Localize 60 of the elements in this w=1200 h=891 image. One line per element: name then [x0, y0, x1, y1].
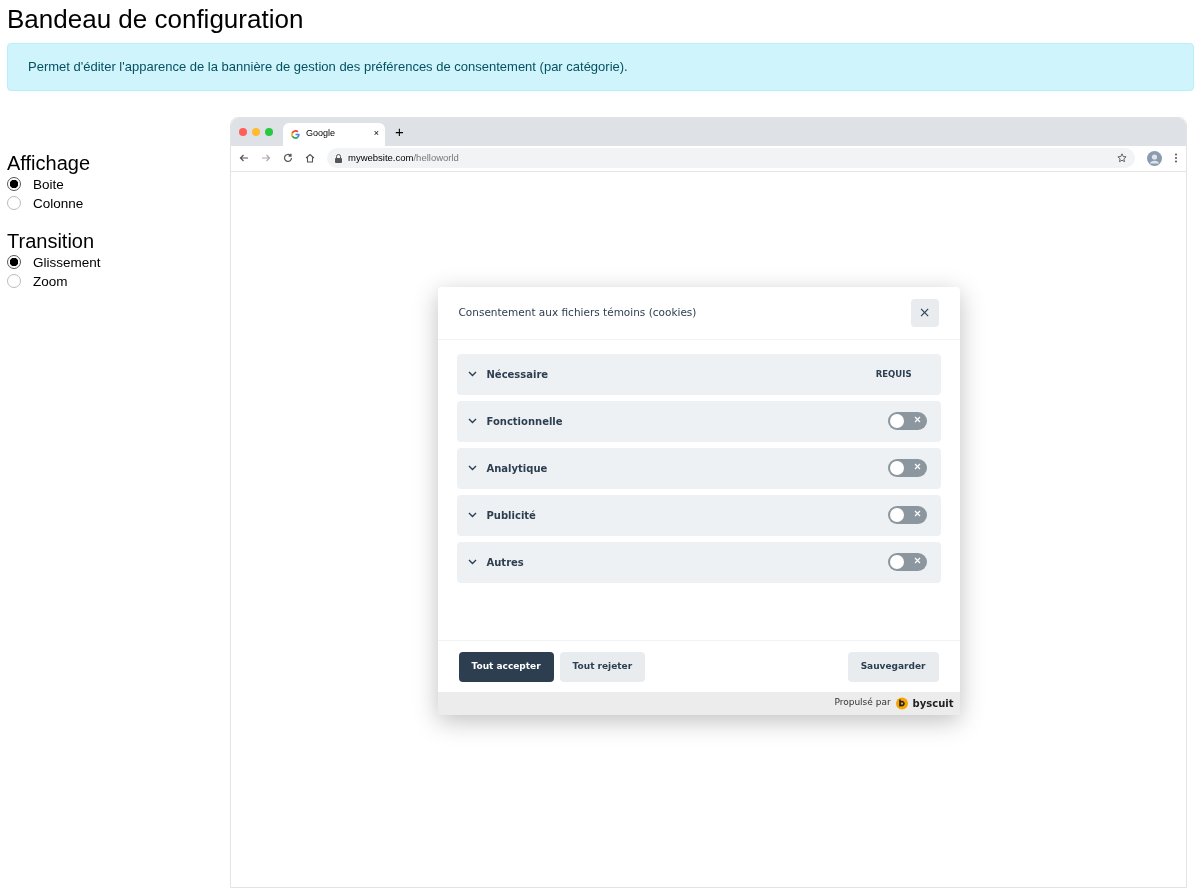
star-icon[interactable] [1117, 153, 1127, 164]
powered-by-text: Propulsé par [834, 696, 891, 710]
minimize-dot-icon[interactable] [252, 127, 260, 136]
radio-label[interactable]: Glissement [33, 252, 101, 272]
radio-button[interactable] [7, 255, 21, 270]
accept-all-button[interactable]: Tout accepter [458, 651, 554, 682]
brand-logo-icon [894, 696, 909, 711]
browser-tab[interactable]: Google × [283, 122, 385, 146]
category-label: Autres [486, 555, 525, 570]
lock-icon [335, 153, 342, 163]
close-dot-icon[interactable] [239, 127, 247, 136]
category-row[interactable]: Fonctionnelle [456, 400, 941, 442]
toggle-switch[interactable] [887, 553, 927, 572]
category-label: Publicité [486, 508, 537, 523]
required-label: REQUIS [875, 367, 912, 381]
toggle-switch[interactable] [887, 412, 927, 431]
category-row[interactable]: Nécessaire REQUIS [456, 353, 941, 395]
group-heading: Affichage [7, 150, 92, 175]
toggle-switch[interactable] [887, 459, 927, 478]
dialog-title: Consentement aux fichiers témoins (cookies) [458, 304, 697, 320]
cross-icon [913, 463, 921, 471]
tab-close-button[interactable]: × [373, 127, 379, 141]
category-row[interactable]: Autres [456, 541, 941, 583]
new-tab-button[interactable]: + [395, 124, 404, 140]
info-alert: Permet d'éditer l'apparence de la bannière de gestion des préférences de consentement (par catégorie). [7, 43, 1194, 91]
reload-icon[interactable] [283, 153, 293, 164]
avatar-icon[interactable] [1147, 150, 1162, 166]
url-field[interactable]: mywebsite.com/helloworld [327, 148, 1135, 169]
chevron-down-icon[interactable] [467, 371, 477, 378]
cross-icon [913, 557, 921, 565]
category-row[interactable]: Analytique [456, 447, 941, 489]
chevron-down-icon[interactable] [467, 465, 477, 472]
back-arrow-icon[interactable] [239, 153, 249, 164]
close-button[interactable]: × [910, 298, 939, 327]
chevron-down-icon[interactable] [467, 512, 477, 519]
save-button[interactable]: Sauvegarder [847, 651, 939, 682]
google-logo-icon [291, 129, 300, 139]
radio-label[interactable]: Colonne [33, 193, 84, 213]
home-icon[interactable] [305, 153, 315, 164]
group-heading: Transition [7, 228, 96, 253]
chevron-down-icon[interactable] [467, 418, 477, 425]
category-label: Nécessaire [486, 367, 550, 382]
tab-title: Google [306, 127, 337, 141]
menu-icon[interactable] [1174, 153, 1178, 164]
radio-button[interactable] [7, 274, 21, 289]
category-label: Analytique [486, 461, 549, 476]
radio-label[interactable]: Boite [33, 174, 64, 194]
cross-icon [913, 510, 921, 518]
chevron-down-icon[interactable] [467, 559, 477, 566]
radio-button[interactable] [7, 177, 21, 192]
page-title: Bandeau de configuration [7, 4, 305, 36]
brand-name: byscuit [912, 696, 954, 711]
radio-label[interactable]: Zoom [33, 271, 68, 291]
maximize-dot-icon[interactable] [265, 127, 273, 136]
category-row[interactable]: Publicité [456, 494, 941, 536]
cross-icon [913, 416, 921, 424]
reject-all-button[interactable]: Tout rejeter [559, 651, 646, 682]
radio-button[interactable] [7, 196, 21, 211]
toggle-switch[interactable] [887, 506, 927, 525]
category-label: Fonctionnelle [486, 414, 564, 429]
